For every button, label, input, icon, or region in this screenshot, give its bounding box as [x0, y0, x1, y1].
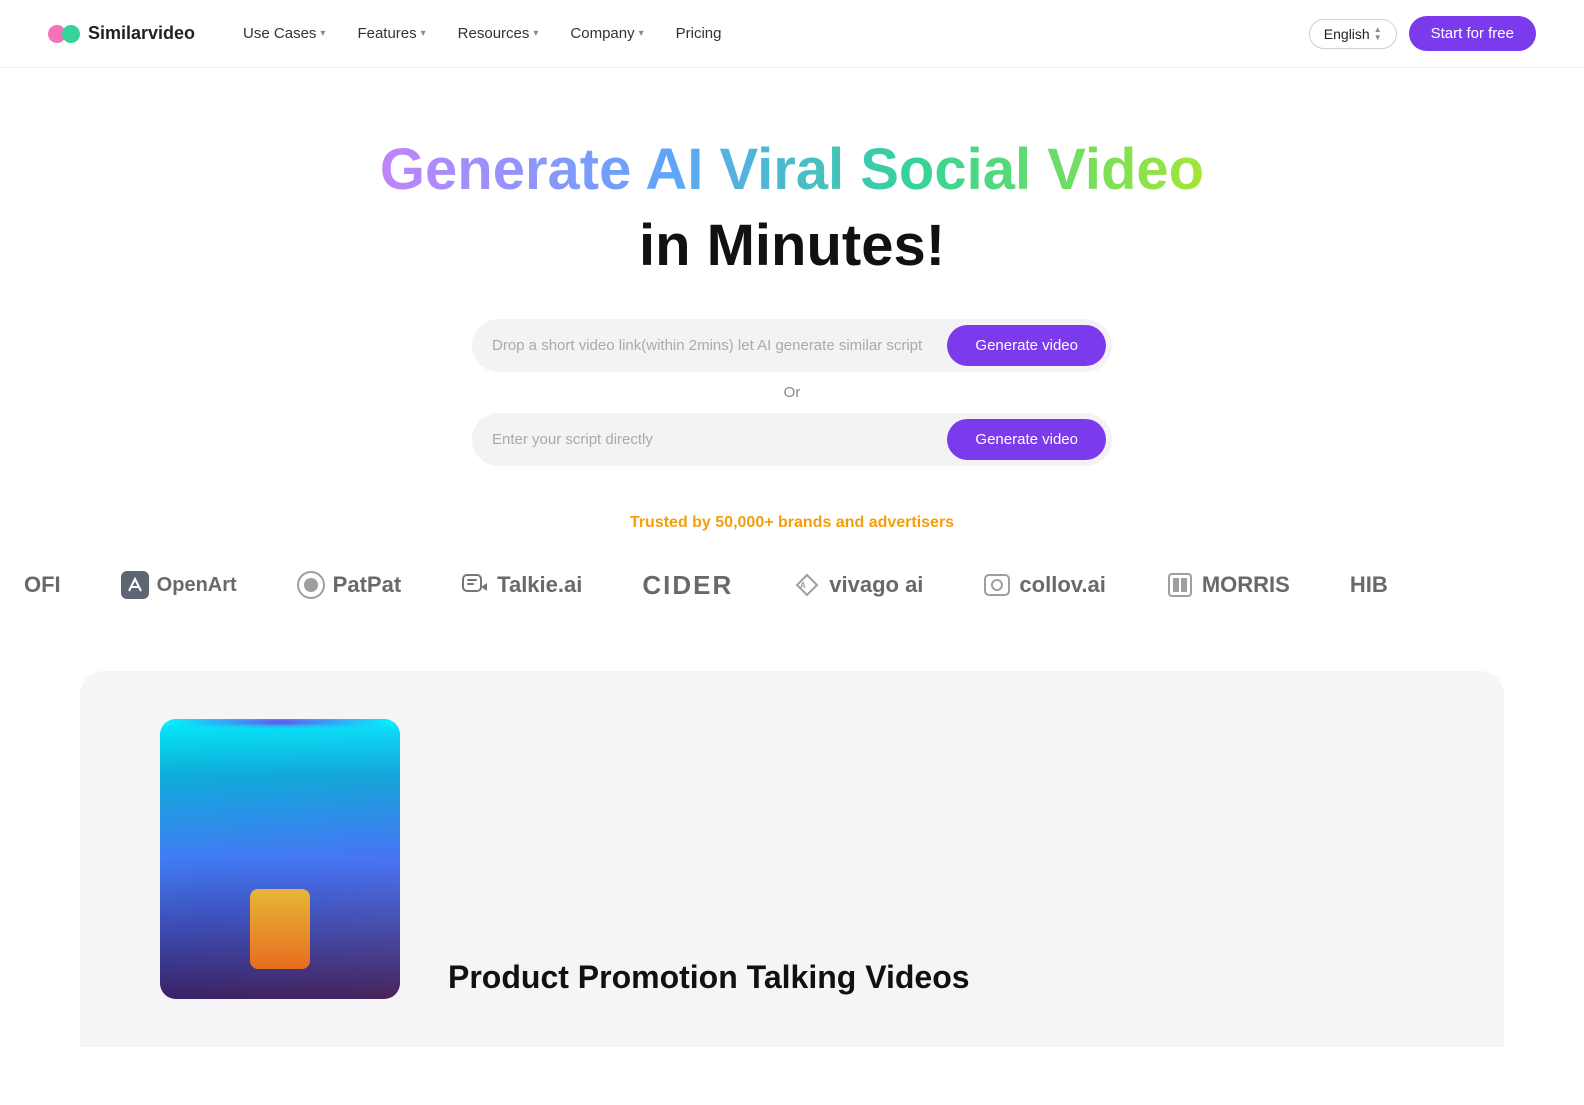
video-link-input-row: Generate video — [472, 319, 1112, 372]
hero-section: Generate AI Viral Social Video in Minute… — [0, 68, 1584, 651]
generate-video-button-2[interactable]: Generate video — [947, 419, 1106, 460]
chevron-down-icon: ▾ — [533, 28, 538, 39]
svg-text:A: A — [800, 581, 806, 590]
logo[interactable]: Similarvideo — [48, 18, 195, 50]
nav-item-resources[interactable]: Resources ▾ — [446, 17, 551, 50]
bottom-section: Product Promotion Talking Videos — [80, 671, 1504, 1047]
bottom-text: Product Promotion Talking Videos — [448, 719, 1424, 999]
trust-text: Trusted by 50,000+ brands and advertiser… — [630, 514, 954, 532]
video-thumbnail — [160, 719, 400, 999]
script-input-row: Generate video — [472, 413, 1112, 466]
start-for-free-button[interactable]: Start for free — [1409, 16, 1536, 51]
video-link-input[interactable] — [492, 331, 947, 360]
trust-section: Trusted by 50,000+ brands and advertiser… — [630, 514, 954, 560]
trust-prefix: Trusted by — [630, 514, 715, 531]
logo-text: Similarvideo — [88, 23, 195, 44]
chevron-down-icon: ▾ — [320, 28, 325, 39]
generate-video-button-1[interactable]: Generate video — [947, 325, 1106, 366]
nav-item-usecases[interactable]: Use Cases ▾ — [231, 17, 337, 50]
bottom-title: Product Promotion Talking Videos — [448, 957, 1424, 999]
brand-talkie: Talkie.ai — [461, 571, 582, 599]
brand-openart: OpenArt — [121, 571, 237, 599]
brand-vivago: A vivago ai — [793, 571, 923, 599]
collov-icon — [983, 571, 1011, 599]
or-divider: Or — [784, 384, 801, 401]
input-section: Generate video Or Generate video — [472, 319, 1112, 466]
brand-ofi: OFI — [24, 572, 61, 598]
hero-title-gradient: Generate AI Viral Social Video — [380, 138, 1204, 202]
chevron-down-icon: ▾ — [421, 28, 426, 39]
nav-links: Use Cases ▾ Features ▾ Resources ▾ Compa… — [231, 17, 733, 50]
vivago-icon: A — [793, 571, 821, 599]
brand-morris: MORRIS — [1166, 571, 1290, 599]
brand-hib: HIB — [1350, 572, 1388, 598]
morris-icon — [1166, 571, 1194, 599]
nav-item-features[interactable]: Features ▾ — [345, 17, 437, 50]
brand-logos-section: OFI OpenArt PatPat — [24, 560, 1560, 611]
hero-title-black: in Minutes! — [639, 212, 945, 279]
brand-patpat: PatPat — [297, 571, 401, 599]
language-label: English — [1324, 26, 1370, 42]
logo-icon — [48, 18, 80, 50]
logos-track: OFI OpenArt PatPat — [24, 560, 1560, 611]
navbar-right: English ▲▼ Start for free — [1309, 16, 1536, 51]
nav-item-pricing[interactable]: Pricing — [664, 17, 734, 50]
trust-suffix: brands and advertisers — [774, 514, 955, 531]
navbar-left: Similarvideo Use Cases ▾ Features ▾ Reso… — [48, 17, 734, 50]
brand-collov: collov.ai — [983, 571, 1105, 599]
script-input[interactable] — [492, 425, 947, 454]
trust-highlight: 50,000+ — [715, 514, 773, 531]
chevron-down-icon: ▾ — [639, 28, 644, 39]
brand-cider: CIDER — [642, 570, 733, 601]
patpat-icon — [297, 571, 325, 599]
openart-icon — [121, 571, 149, 599]
talkie-icon — [461, 571, 489, 599]
navbar: Similarvideo Use Cases ▾ Features ▾ Reso… — [0, 0, 1584, 68]
language-arrows-icon: ▲▼ — [1374, 26, 1382, 42]
nav-item-company[interactable]: Company ▾ — [558, 17, 655, 50]
language-selector[interactable]: English ▲▼ — [1309, 19, 1397, 49]
